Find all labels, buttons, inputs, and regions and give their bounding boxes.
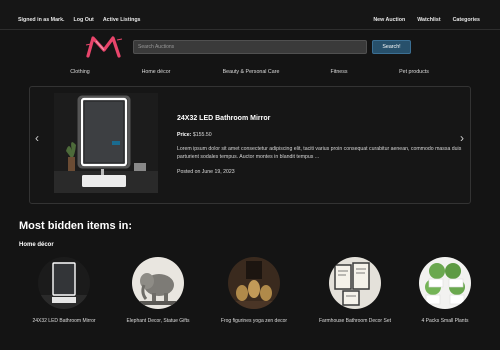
search-button[interactable]: Search!: [372, 40, 411, 54]
item-label[interactable]: 24X32 LED Bathroom Mirror: [32, 318, 95, 324]
category-clothing[interactable]: Clothing: [70, 69, 89, 75]
featured-description: Lorem ipsum dolor sit amet consectetur a…: [177, 146, 462, 161]
item-label[interactable]: Farmhouse Bathroom Decor Set: [319, 318, 391, 324]
top-navbar: Signed in as Mark. Log Out Active Listin…: [0, 0, 500, 30]
signed-in-label: Signed in as Mark.: [18, 17, 65, 23]
price-label: Price:: [177, 132, 192, 138]
item-thumb-elephant[interactable]: [132, 257, 184, 309]
chevron-right-icon[interactable]: ›: [460, 131, 464, 145]
item-thumb-farmhouse[interactable]: [329, 257, 381, 309]
category-pet-products[interactable]: Pet products: [399, 69, 429, 75]
led-mirror-image[interactable]: [54, 93, 158, 193]
featured-title[interactable]: 24X32 LED Bathroom Mirror: [177, 115, 270, 122]
category-beauty[interactable]: Beauty & Personal Care: [223, 69, 280, 75]
most-bidden-title: Most bidden items in:: [19, 220, 133, 232]
featured-carousel: ‹ › 24X32 LED Bathroom Mirror Price: $15…: [29, 86, 471, 204]
item-thumb-mirror[interactable]: [38, 257, 90, 309]
active-listings-link[interactable]: Active Listings: [103, 17, 141, 23]
new-auction-link[interactable]: New Auction: [373, 17, 405, 23]
category-nav: Clothing Home décor Beauty & Personal Ca…: [0, 69, 500, 79]
item-label[interactable]: 4 Packs Small Plants: [422, 318, 469, 324]
featured-price: Price: $155.50: [177, 132, 212, 138]
featured-date: Posted on June 19, 2023: [177, 169, 235, 175]
watchlist-link[interactable]: Watchlist: [417, 17, 440, 23]
nav-left-group: Signed in as Mark. Log Out Active Listin…: [18, 17, 141, 23]
search-input[interactable]: [133, 40, 367, 54]
item-thumb-plants[interactable]: [419, 257, 471, 309]
category-fitness[interactable]: Fitness: [330, 69, 347, 75]
logout-link[interactable]: Log Out: [74, 17, 94, 23]
chevron-left-icon[interactable]: ‹: [35, 131, 39, 145]
price-value: $155.50: [192, 132, 212, 138]
site-logo[interactable]: [84, 35, 124, 59]
categories-link[interactable]: Categories: [453, 17, 480, 23]
category-home-decor[interactable]: Home décor: [142, 69, 171, 75]
item-label[interactable]: Elephant Decor, Statue Gifts: [126, 318, 189, 324]
nav-right-group: New Auction Watchlist Categories: [373, 17, 480, 23]
item-thumb-frogs[interactable]: [228, 257, 280, 309]
item-label[interactable]: Frog figurines yoga zen decor: [221, 318, 287, 324]
most-bidden-category: Home décor: [19, 242, 54, 248]
